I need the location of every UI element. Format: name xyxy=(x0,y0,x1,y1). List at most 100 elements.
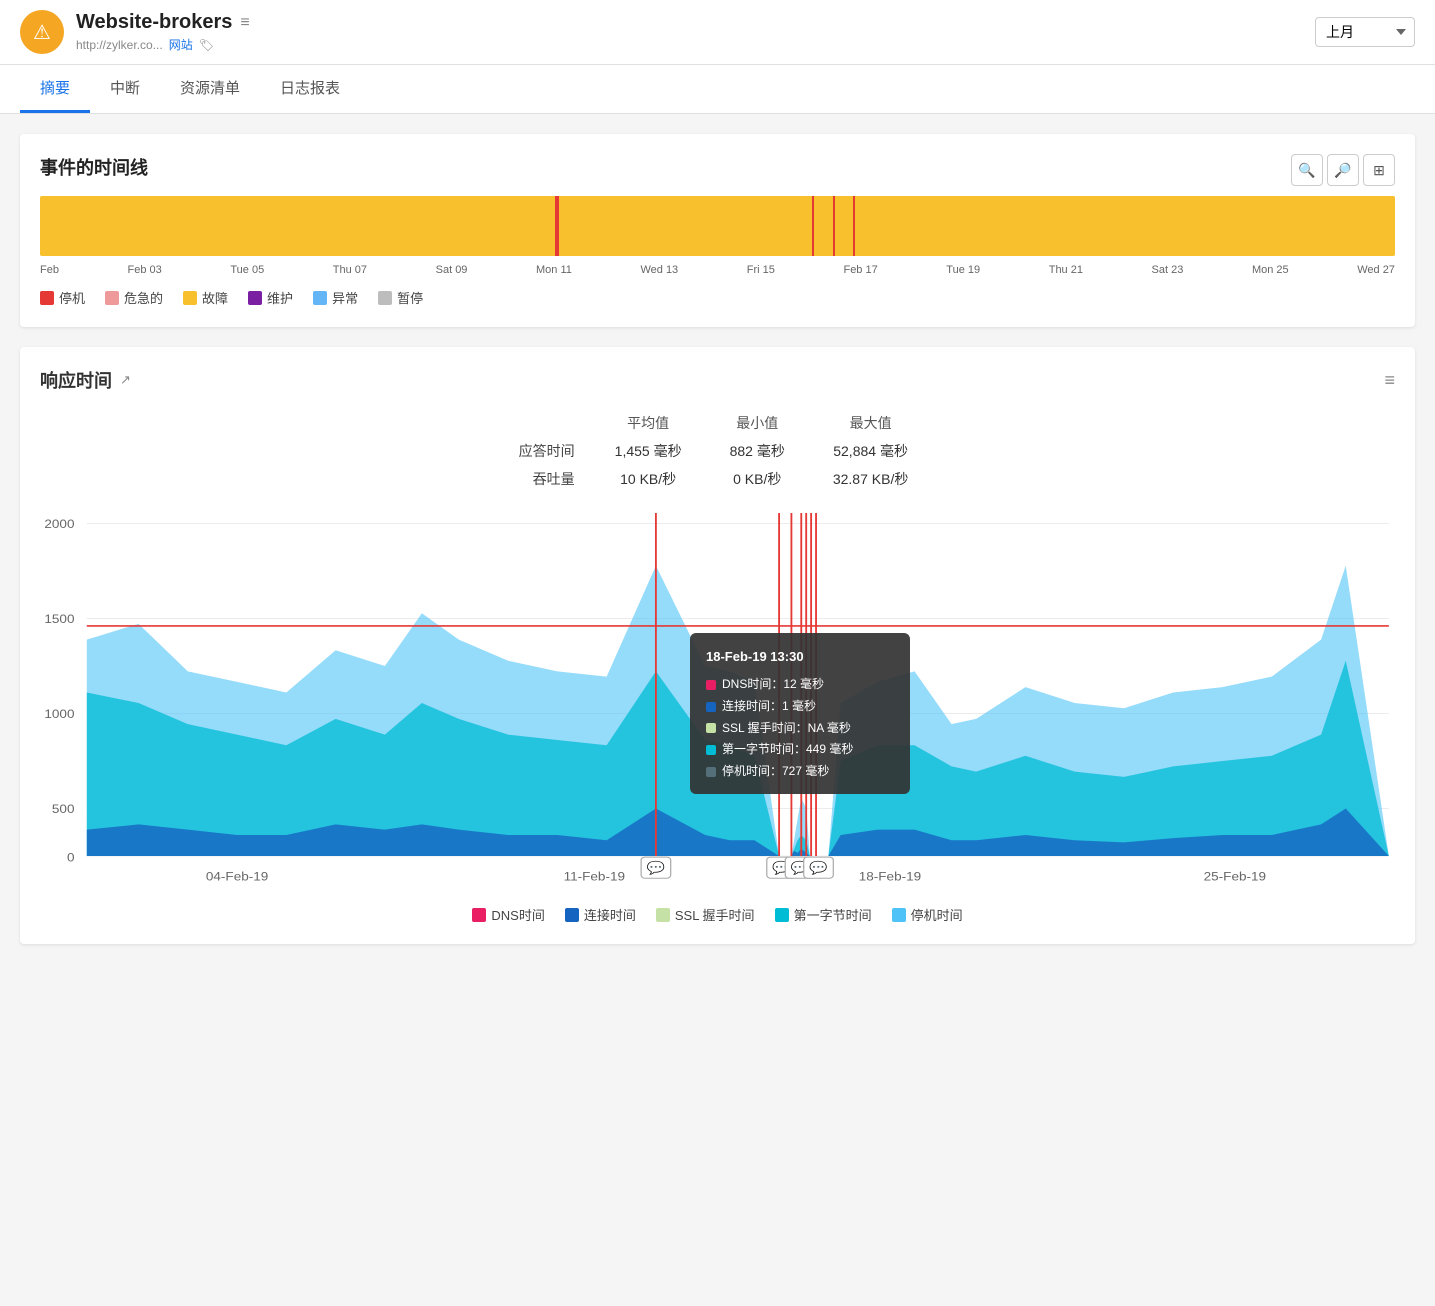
suspended-dot xyxy=(378,291,392,305)
response-time-header: 响应时间 ↗ ≡ xyxy=(40,367,1395,393)
stat-row-response: 应答时间 1,455 毫秒 882 毫秒 52,884 毫秒 xyxy=(503,437,933,465)
incident-1 xyxy=(555,196,559,256)
chart-area: 2000 1500 1000 500 0 xyxy=(40,513,1395,893)
chart-downtime-dot xyxy=(892,908,906,922)
suspended-label: 暂停 xyxy=(397,288,423,307)
tab-interruption[interactable]: 中断 xyxy=(90,65,160,113)
external-link-icon[interactable]: ↗ xyxy=(120,372,131,388)
legend-suspended: 暂停 xyxy=(378,288,423,307)
y-label-1000: 1000 xyxy=(44,708,74,721)
axis-label-13: Wed 27 xyxy=(1357,264,1395,276)
incident-4 xyxy=(853,196,855,256)
site-name: Website-brokers xyxy=(76,11,232,34)
stat-max-throughput: 32.87 KB/秒 xyxy=(809,465,933,493)
svg-text:💬: 💬 xyxy=(647,860,665,876)
main-content: 🔍 🔎 ⊞ 事件的时间线 Feb Feb 03 Tue 05 Thu 07 Sa… xyxy=(0,114,1435,964)
stat-min-response: 882 毫秒 xyxy=(706,437,809,465)
hamburger-icon[interactable]: ≡ xyxy=(240,14,249,32)
x-label-1: 04-Feb-19 xyxy=(206,870,268,883)
timeline-legend: 停机 危急的 故障 维护 异常 暂停 xyxy=(40,288,1395,307)
header-info: Website-brokers ≡ http://zylker.co... 网站… xyxy=(76,11,250,53)
chart-ssl-label: SSL 握手时间 xyxy=(675,905,755,924)
axis-label-5: Mon 11 xyxy=(536,264,572,276)
axis-label-8: Feb 17 xyxy=(843,264,877,276)
chart-svg: 2000 1500 1000 500 0 xyxy=(40,513,1395,893)
axis-label-12: Mon 25 xyxy=(1252,264,1289,276)
y-label-0: 0 xyxy=(67,851,75,864)
legend-trouble: 故障 xyxy=(183,288,228,307)
axis-label-4: Sat 09 xyxy=(436,264,468,276)
stat-max-response: 52,884 毫秒 xyxy=(809,437,933,465)
timeline-axis: Feb Feb 03 Tue 05 Thu 07 Sat 09 Mon 11 W… xyxy=(40,264,1395,276)
chart-legend-connection: 连接时间 xyxy=(565,905,636,924)
zoom-in-button[interactable]: 🔍 xyxy=(1291,154,1323,186)
axis-label-2: Tue 05 xyxy=(230,264,264,276)
y-label-1500: 1500 xyxy=(44,613,74,626)
url-text: http://zylker.co... xyxy=(76,38,163,52)
timeline-controls: 🔍 🔎 ⊞ xyxy=(1291,154,1395,186)
stat-header-blank xyxy=(503,409,591,437)
tab-log-report[interactable]: 日志报表 xyxy=(260,65,360,113)
stats-table: 平均值 最小值 最大值 应答时间 1,455 毫秒 882 毫秒 52,884 … xyxy=(503,409,933,493)
chart-ssl-dot xyxy=(656,908,670,922)
trouble-label: 故障 xyxy=(202,288,228,307)
tab-summary[interactable]: 摘要 xyxy=(20,65,90,113)
chart-dns-label: DNS时间 xyxy=(491,905,544,924)
chart-legend-dns: DNS时间 xyxy=(472,905,544,924)
stat-avg-throughput: 10 KB/秒 xyxy=(591,465,706,493)
timeline-title: 事件的时间线 xyxy=(40,154,1395,180)
legend-outage: 停机 xyxy=(40,288,85,307)
chart-downtime-label: 停机时间 xyxy=(911,905,963,924)
period-select[interactable]: 上月 xyxy=(1315,17,1415,47)
chart-firstbyte-dot xyxy=(775,908,789,922)
x-label-3: 18-Feb-19 xyxy=(859,870,921,883)
trouble-dot xyxy=(183,291,197,305)
svg-text:💬: 💬 xyxy=(809,860,827,876)
outage-label: 停机 xyxy=(59,288,85,307)
y-label-500: 500 xyxy=(52,803,75,816)
stat-header-min: 最小值 xyxy=(706,409,809,437)
chart-firstbyte-label: 第一字节时间 xyxy=(794,905,872,924)
reset-zoom-button[interactable]: ⊞ xyxy=(1363,154,1395,186)
chart-legend: DNS时间 连接时间 SSL 握手时间 第一字节时间 停机时间 xyxy=(40,905,1395,924)
chart-connection-dot xyxy=(565,908,579,922)
response-time-title: 响应时间 xyxy=(40,367,112,393)
nav-tabs: 摘要 中断 资源清单 日志报表 xyxy=(0,65,1435,114)
axis-label-7: Fri 15 xyxy=(747,264,775,276)
stat-header-avg: 平均值 xyxy=(591,409,706,437)
anomaly-label: 异常 xyxy=(332,288,358,307)
timeline-header: 🔍 🔎 ⊞ 事件的时间线 xyxy=(40,154,1395,196)
chart-dns-dot xyxy=(472,908,486,922)
timeline-card: 🔍 🔎 ⊞ 事件的时间线 Feb Feb 03 Tue 05 Thu 07 Sa… xyxy=(20,134,1415,327)
stat-row-throughput: 吞吐量 10 KB/秒 0 KB/秒 32.87 KB/秒 xyxy=(503,465,933,493)
legend-anomaly: 异常 xyxy=(313,288,358,307)
x-label-4: 25-Feb-19 xyxy=(1204,870,1266,883)
timeline-bar xyxy=(40,196,1395,256)
response-menu-icon[interactable]: ≡ xyxy=(1384,370,1395,391)
axis-label-9: Tue 19 xyxy=(946,264,980,276)
page-header: ⚠ Website-brokers ≡ http://zylker.co... … xyxy=(0,0,1435,65)
site-logo: ⚠ xyxy=(20,10,64,54)
url-info: http://zylker.co... 网站 🏷 xyxy=(76,36,250,53)
maintenance-dot xyxy=(248,291,262,305)
stat-label-response: 应答时间 xyxy=(503,437,591,465)
zoom-out-button[interactable]: 🔎 xyxy=(1327,154,1359,186)
axis-label-3: Thu 07 xyxy=(333,264,367,276)
stat-header-max: 最大值 xyxy=(809,409,933,437)
incident-2 xyxy=(812,196,814,256)
chart-legend-firstbyte: 第一字节时间 xyxy=(775,905,872,924)
axis-label-10: Thu 21 xyxy=(1049,264,1083,276)
legend-maintenance: 维护 xyxy=(248,288,293,307)
y-label-2000: 2000 xyxy=(44,518,74,531)
header-right: 上月 xyxy=(1315,17,1415,47)
critical-dot xyxy=(105,291,119,305)
tab-resource-list[interactable]: 资源清单 xyxy=(160,65,260,113)
incident-3 xyxy=(833,196,835,256)
website-link[interactable]: 网站 xyxy=(169,36,193,53)
anomaly-dot xyxy=(313,291,327,305)
chart-legend-ssl: SSL 握手时间 xyxy=(656,905,755,924)
stat-label-throughput: 吞吐量 xyxy=(503,465,591,493)
header-left: ⚠ Website-brokers ≡ http://zylker.co... … xyxy=(20,10,1299,54)
critical-label: 危急的 xyxy=(124,288,163,307)
axis-label-6: Wed 13 xyxy=(640,264,678,276)
